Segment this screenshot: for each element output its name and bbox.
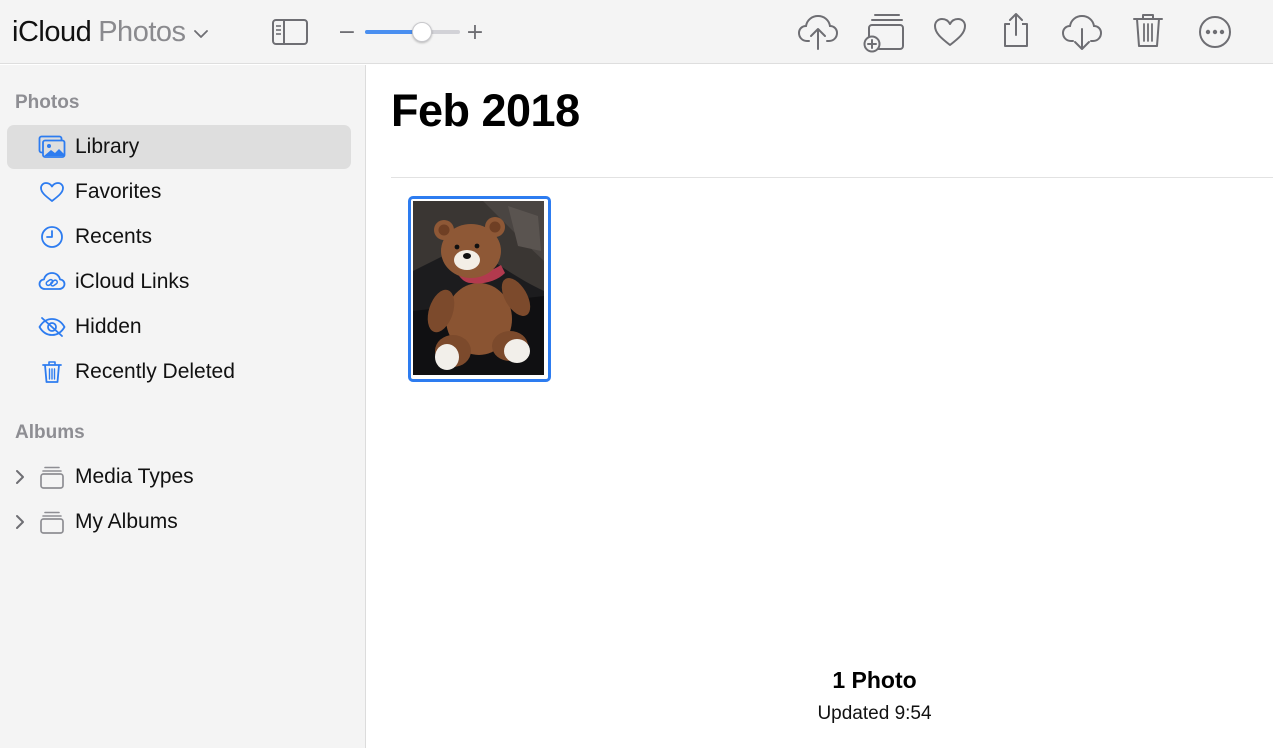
download-button[interactable]: [1060, 12, 1104, 52]
chevron-down-icon: [193, 29, 208, 38]
sidebar-item-library[interactable]: Library: [7, 125, 351, 169]
sidebar: Photos Library Favorites Recents iCloud …: [0, 65, 366, 748]
sidebar-item-label: iCloud Links: [75, 270, 190, 293]
photo-thumbnail[interactable]: [408, 196, 551, 382]
sidebar-section-albums: Albums: [15, 422, 85, 443]
sidebar-item-label: My Albums: [75, 510, 178, 533]
library-icon: [38, 135, 66, 159]
sidebar-item-label: Library: [75, 135, 140, 158]
chevron-right-icon[interactable]: [13, 514, 27, 530]
sidebar-item-recently-deleted[interactable]: Recently Deleted: [7, 350, 351, 394]
add-to-album-icon: [863, 14, 904, 53]
zoom-out-button[interactable]: −: [338, 18, 356, 46]
teddy-bear-photo: [413, 201, 544, 375]
app-title-menu[interactable]: iCloud Photos: [12, 14, 208, 50]
trash-icon: [38, 360, 66, 384]
trash-icon: [1133, 14, 1163, 47]
sidebar-toggle-icon: [272, 19, 308, 45]
divider: [391, 177, 1273, 178]
sidebar-item-label: Recently Deleted: [75, 360, 235, 383]
album-stack-icon: [38, 465, 66, 489]
sidebar-item-label: Media Types: [75, 465, 194, 488]
sidebar-item-hidden[interactable]: Hidden: [7, 305, 351, 349]
eye-slash-icon: [38, 315, 66, 339]
heart-icon: [934, 18, 966, 46]
sidebar-item-media-types[interactable]: Media Types: [7, 455, 351, 499]
app-title-product: Photos: [98, 15, 186, 48]
sidebar-item-label: Recents: [75, 225, 153, 248]
more-button[interactable]: [1196, 13, 1234, 51]
sidebar-toggle-button[interactable]: [270, 16, 310, 48]
page-title: Feb 2018: [391, 85, 580, 136]
toolbar: iCloud Photos − +: [0, 0, 1273, 64]
favorite-button[interactable]: [930, 14, 970, 50]
sidebar-item-icloud-links[interactable]: iCloud Links: [7, 260, 351, 304]
cloud-link-icon: [38, 270, 66, 294]
album-stack-icon: [38, 510, 66, 534]
app-title-brand: iCloud: [12, 15, 92, 48]
photo-count: 1 Photo: [832, 667, 917, 693]
chevron-right-icon[interactable]: [13, 469, 27, 485]
share-button[interactable]: [998, 10, 1034, 50]
zoom-control: − +: [338, 18, 488, 46]
sidebar-section-photos: Photos: [15, 92, 80, 113]
sidebar-item-label: Hidden: [75, 315, 142, 338]
sidebar-item-favorites[interactable]: Favorites: [7, 170, 351, 214]
zoom-in-button[interactable]: +: [466, 18, 484, 46]
photo-library-view: Feb 2018 1 Photo Updated 9:54: [367, 65, 1273, 748]
upload-icon: [797, 14, 839, 50]
last-updated: Updated 9:54: [817, 703, 932, 724]
zoom-slider-thumb[interactable]: [412, 22, 432, 42]
delete-button[interactable]: [1130, 10, 1166, 50]
add-to-album-button[interactable]: [862, 10, 908, 54]
more-icon: [1199, 16, 1231, 48]
upload-button[interactable]: [796, 12, 840, 52]
zoom-slider[interactable]: [365, 22, 460, 42]
heart-icon: [38, 180, 66, 204]
share-icon: [1004, 13, 1028, 47]
sidebar-item-label: Favorites: [75, 180, 162, 203]
sidebar-item-recents[interactable]: Recents: [7, 215, 351, 259]
download-icon: [1061, 14, 1103, 50]
sidebar-item-my-albums[interactable]: My Albums: [7, 500, 351, 544]
clock-icon: [38, 225, 66, 249]
